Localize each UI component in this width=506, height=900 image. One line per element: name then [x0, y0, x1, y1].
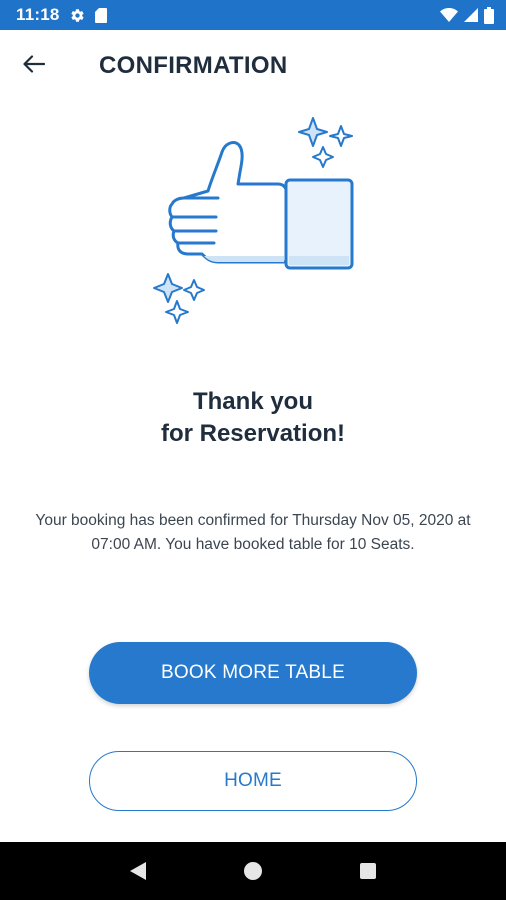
- booking-confirmation-message: Your booking has been confirmed for Thur…: [35, 512, 471, 553]
- recents-square-icon[interactable]: [348, 851, 388, 891]
- home-circle-icon[interactable]: [233, 851, 273, 891]
- back-triangle-icon[interactable]: [118, 851, 158, 891]
- system-navigation-bar: [0, 842, 506, 900]
- status-right: [440, 6, 494, 24]
- page-title: CONFIRMATION: [99, 52, 288, 79]
- thank-you-line-2: for Reservation!: [160, 420, 346, 447]
- home-button[interactable]: HOME: [89, 751, 417, 811]
- status-left: 11:18: [16, 5, 107, 25]
- cellular-signal-icon: [464, 8, 478, 22]
- status-time: 11:18: [16, 5, 60, 24]
- arrow-left-icon: [23, 54, 46, 78]
- thank-you-line-1: Thank you: [192, 388, 313, 415]
- battery-icon: [484, 6, 494, 24]
- book-more-table-button[interactable]: BOOK MORE TABLE: [89, 642, 417, 704]
- thank-you-title: Thank you for Reservation!: [0, 386, 506, 450]
- wifi-icon: [440, 8, 458, 22]
- back-button[interactable]: [16, 48, 52, 84]
- status-bar: 11:18: [0, 0, 506, 30]
- app-bar: CONFIRMATION: [0, 30, 506, 102]
- sd-card-icon: [94, 7, 107, 23]
- settings-gear-icon: [70, 8, 85, 23]
- thumbs-up-with-sparkles-icon: [148, 112, 362, 332]
